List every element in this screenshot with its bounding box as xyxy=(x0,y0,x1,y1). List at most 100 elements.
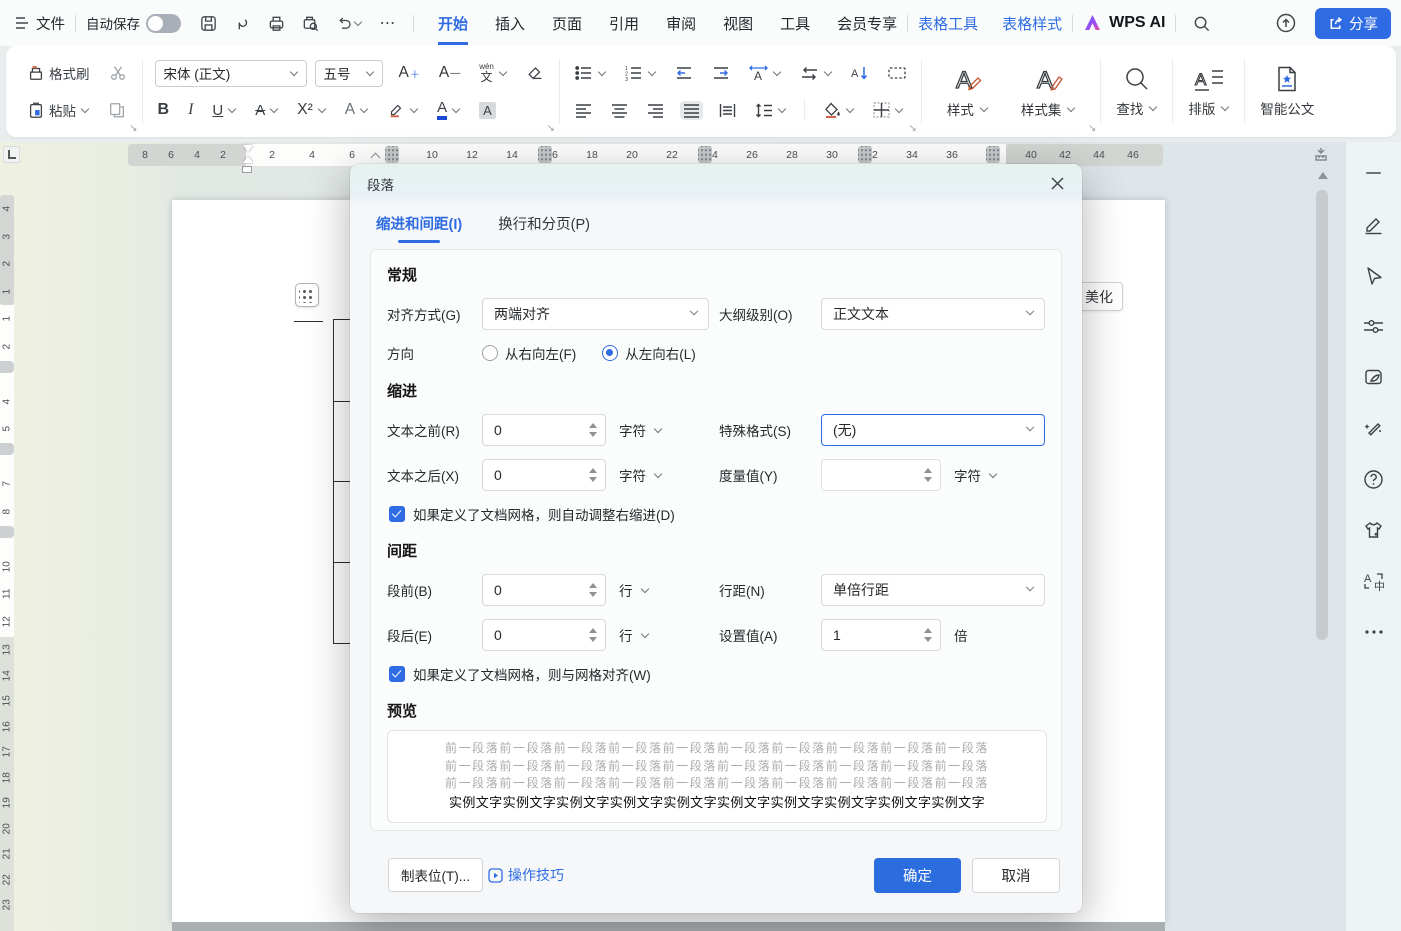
tab-page[interactable]: 页面 xyxy=(552,2,582,45)
font-size-select[interactable]: 五号 xyxy=(315,60,383,87)
spinner-arrows[interactable] xyxy=(589,628,597,642)
translate-icon[interactable]: A中 xyxy=(1363,570,1385,592)
table-row-marker[interactable] xyxy=(0,361,14,373)
dialog-close-button[interactable] xyxy=(1046,172,1068,194)
group-expander-icon[interactable]: ↘ xyxy=(129,123,137,134)
ruler-toggle-icon[interactable] xyxy=(1313,147,1329,161)
after-text-spinner[interactable]: 0 xyxy=(482,459,606,491)
tab-table-style[interactable]: 表格样式 xyxy=(1002,13,1062,34)
print-preview-button[interactable] xyxy=(295,8,325,38)
table-column-marker[interactable] xyxy=(698,146,712,163)
snap-to-grid-checkbox[interactable] xyxy=(389,666,405,682)
auto-adjust-right-indent-checkbox[interactable] xyxy=(389,506,405,522)
measure-unit-select[interactable]: 字符 xyxy=(954,465,997,485)
table-column-marker[interactable] xyxy=(986,146,1000,163)
search-button[interactable] xyxy=(1186,8,1216,38)
format-painter-button[interactable]: 格式刷 xyxy=(24,61,93,85)
line-spacing-button[interactable] xyxy=(752,101,789,120)
ink-pen-icon[interactable] xyxy=(1363,213,1385,235)
before-text-spinner[interactable]: 0 xyxy=(482,414,606,446)
magic-wand-icon[interactable] xyxy=(1363,417,1385,439)
tab-reference[interactable]: 引用 xyxy=(609,2,639,45)
scrollbar-thumb[interactable] xyxy=(1316,190,1328,640)
paste-button[interactable]: 粘贴 xyxy=(24,98,92,122)
set-value-spinner[interactable]: 1 xyxy=(821,619,941,651)
styles-button[interactable]: A 样式 xyxy=(934,51,1001,132)
decrease-indent-button[interactable] xyxy=(672,63,696,83)
styleset-button[interactable]: A 样式集 xyxy=(1008,51,1089,132)
font-color-button[interactable]: A xyxy=(434,98,463,122)
space-after-spinner[interactable]: 0 xyxy=(482,619,606,651)
special-format-select[interactable]: (无) xyxy=(821,414,1045,446)
measure-spinner[interactable] xyxy=(821,459,941,491)
table-column-marker[interactable] xyxy=(858,146,872,163)
find-button[interactable]: 查找 xyxy=(1103,51,1170,132)
shading-button[interactable] xyxy=(820,100,857,120)
tab-line-page-breaks[interactable]: 换行和分页(P) xyxy=(496,207,592,243)
char-shading-button[interactable]: A xyxy=(476,100,499,121)
group-expander-icon[interactable]: ↘ xyxy=(908,123,916,134)
space-before-unit-select[interactable]: 行 xyxy=(619,580,649,600)
first-line-indent-marker[interactable] xyxy=(243,145,253,152)
save-button[interactable] xyxy=(193,8,223,38)
align-right-button[interactable] xyxy=(644,101,667,120)
tab-membership[interactable]: 会员专享 xyxy=(837,2,897,45)
after-text-unit-select[interactable]: 字符 xyxy=(619,465,662,485)
table-column-marker[interactable] xyxy=(538,146,552,163)
increase-indent-button[interactable] xyxy=(709,63,733,83)
more-commands-button[interactable]: ⋯ xyxy=(373,8,403,38)
spinner-arrows[interactable] xyxy=(589,468,597,482)
undo-button[interactable] xyxy=(329,8,369,38)
sort-button[interactable]: A xyxy=(848,63,872,83)
main-menu-button[interactable]: 文件 xyxy=(14,13,65,34)
tab-insert[interactable]: 插入 xyxy=(495,2,525,45)
settings-sliders-icon[interactable] xyxy=(1363,315,1385,337)
skin-theme-icon[interactable] xyxy=(1363,519,1385,541)
tab-stop-selector[interactable] xyxy=(3,146,20,163)
group-expander-icon[interactable]: ↘ xyxy=(1088,123,1096,134)
clear-format-button[interactable] xyxy=(523,62,547,84)
scrollbar-up-arrow[interactable] xyxy=(1318,172,1328,179)
hanging-indent-marker[interactable] xyxy=(243,156,253,163)
table-row-marker[interactable] xyxy=(0,526,14,538)
export-button[interactable] xyxy=(227,8,257,38)
spinner-arrows[interactable] xyxy=(589,423,597,437)
distribute-button[interactable] xyxy=(716,101,739,120)
table-column-marker[interactable] xyxy=(385,146,399,163)
ltr-radio[interactable] xyxy=(602,345,618,361)
show-marks-button[interactable] xyxy=(885,64,909,82)
alignment-select[interactable]: 两端对齐 xyxy=(482,298,709,330)
tab-stops-button[interactable]: 制表位(T)... xyxy=(388,858,483,892)
ok-button[interactable]: 确定 xyxy=(874,858,961,893)
bold-button[interactable]: B xyxy=(155,99,173,121)
highlight-button[interactable] xyxy=(384,99,421,121)
wps-ai-button[interactable]: WPS AI xyxy=(1083,14,1165,32)
justify-button[interactable] xyxy=(680,101,703,120)
upload-cloud-button[interactable] xyxy=(1271,8,1301,38)
numbered-list-button[interactable]: 123 xyxy=(622,63,659,83)
decrease-font-button[interactable]: A— xyxy=(436,62,463,84)
group-expander-icon[interactable]: ↘ xyxy=(546,123,554,134)
print-button[interactable] xyxy=(261,8,291,38)
text-direction-button[interactable] xyxy=(797,64,835,83)
underline-button[interactable]: U xyxy=(209,100,239,121)
line-spacing-select[interactable]: 单倍行距 xyxy=(821,574,1045,606)
spinner-arrows[interactable] xyxy=(589,583,597,597)
spinner-arrows[interactable] xyxy=(924,628,932,642)
left-indent-marker[interactable] xyxy=(242,166,252,173)
table-move-handle[interactable] xyxy=(295,283,319,307)
pinyin-guide-button[interactable]: wén文 xyxy=(476,61,510,85)
superscript-button[interactable]: X² xyxy=(294,99,329,121)
space-after-unit-select[interactable]: 行 xyxy=(619,625,649,645)
layout-button[interactable]: A 排版 xyxy=(1175,51,1242,132)
borders-button[interactable] xyxy=(870,100,906,120)
char-scale-button[interactable]: A xyxy=(746,63,784,84)
table-row-marker[interactable] xyxy=(0,443,14,455)
tab-indent-spacing[interactable]: 缩进和间距(I) xyxy=(374,207,464,243)
before-text-unit-select[interactable]: 字符 xyxy=(619,420,662,440)
align-left-button[interactable] xyxy=(572,101,595,120)
text-effects-button[interactable]: A xyxy=(342,99,371,121)
collapse-line-icon[interactable] xyxy=(1363,162,1385,184)
italic-button[interactable]: I xyxy=(185,99,196,121)
space-before-spinner[interactable]: 0 xyxy=(482,574,606,606)
